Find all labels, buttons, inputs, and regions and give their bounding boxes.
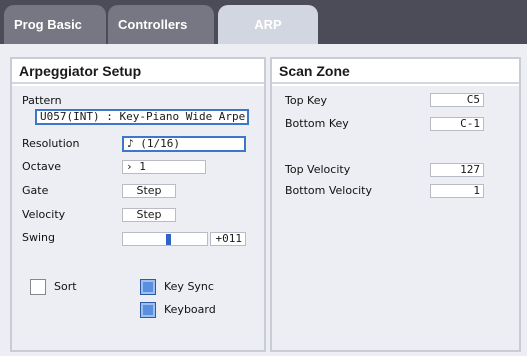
tab-bar: Prog Basic Controllers ARP (0, 0, 527, 44)
tab-arp[interactable]: ARP (218, 5, 318, 44)
octave-label: Octave (22, 160, 62, 173)
pattern-label: Pattern (22, 94, 62, 107)
pattern-field[interactable]: U057(INT) : Key-Piano Wide Arpe (35, 109, 249, 125)
keyboard-label: Keyboard (164, 303, 216, 316)
top-key-label: Top Key (285, 94, 328, 107)
top-velocity-field[interactable]: 127 (430, 163, 484, 177)
bottom-key-field[interactable]: C-1 (430, 117, 484, 131)
gate-label: Gate (22, 184, 49, 197)
key-sync-label: Key Sync (164, 280, 214, 293)
swing-slider[interactable] (122, 232, 208, 246)
bottom-key-label: Bottom Key (285, 117, 349, 130)
gate-field[interactable]: Step (122, 184, 176, 198)
bottom-velocity-field[interactable]: 1 (430, 184, 484, 198)
swing-slider-thumb[interactable] (166, 234, 171, 245)
sort-label: Sort (54, 280, 77, 293)
velocity-label: Velocity (22, 208, 66, 221)
tab-controllers[interactable]: Controllers (108, 5, 214, 44)
tab-prog-basic[interactable]: Prog Basic (4, 5, 106, 44)
arpeggiator-setup-title: Arpeggiator Setup (12, 59, 264, 84)
resolution-label: Resolution (22, 137, 80, 150)
arpeggiator-setup-panel: Arpeggiator Setup Pattern U057(INT) : Ke… (10, 57, 266, 352)
octave-field[interactable]: › 1 (122, 160, 206, 174)
scan-zone-panel: Scan Zone Top Key C5 Bottom Key C-1 Top … (270, 57, 521, 352)
top-velocity-label: Top Velocity (285, 163, 351, 176)
swing-label: Swing (22, 231, 55, 244)
swing-value-field[interactable]: +011 (210, 232, 246, 246)
top-key-field[interactable]: C5 (430, 93, 484, 107)
sort-checkbox[interactable] (30, 279, 46, 295)
bottom-velocity-label: Bottom Velocity (285, 184, 372, 197)
resolution-field[interactable]: ♪ (1/16) (122, 136, 246, 152)
keyboard-checkbox[interactable] (140, 302, 156, 318)
arpeggiator-setup-body: Pattern U057(INT) : Key-Piano Wide Arpe … (12, 86, 264, 350)
scan-zone-title: Scan Zone (272, 59, 519, 84)
key-sync-checkbox[interactable] (140, 279, 156, 295)
velocity-field[interactable]: Step (122, 208, 176, 222)
scan-zone-body: Top Key C5 Bottom Key C-1 Top Velocity 1… (272, 86, 519, 350)
